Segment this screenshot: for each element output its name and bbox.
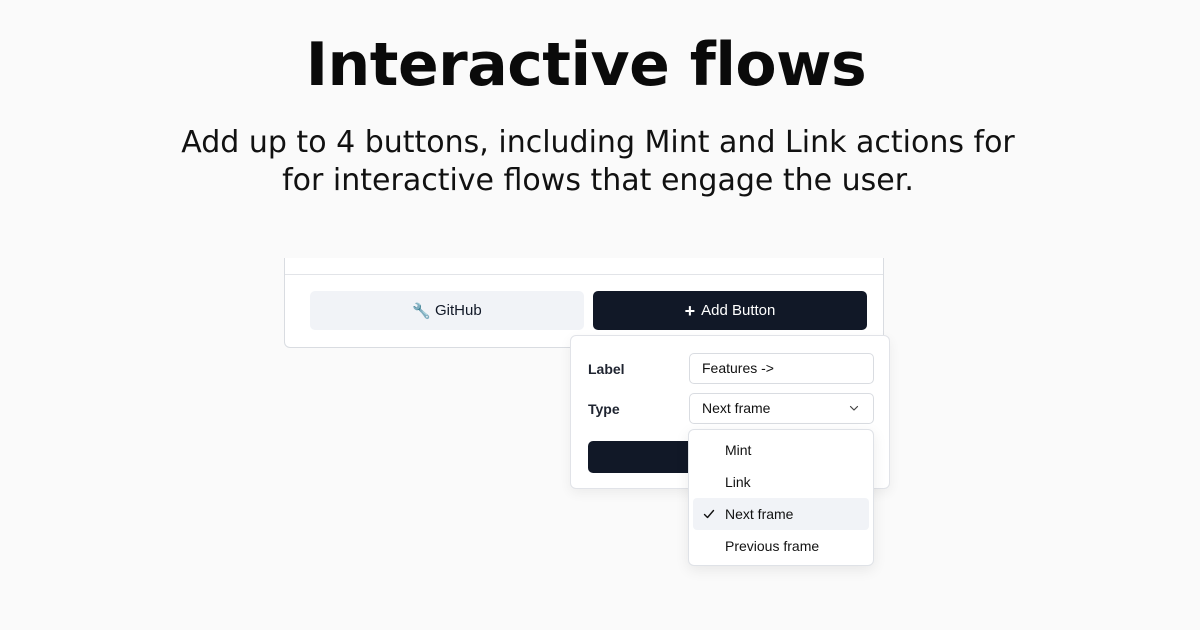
option-label: Link (725, 474, 751, 490)
type-select[interactable]: Next frame (689, 393, 874, 424)
subtitle-line-1: Add up to 4 buttons, including Mint and … (181, 125, 1015, 160)
add-button[interactable]: + Add Button (593, 291, 867, 330)
option-label: Next frame (725, 506, 794, 522)
option-label: Previous frame (725, 538, 820, 554)
wrench-icon: 🔧 (412, 302, 431, 320)
option-label: Mint (725, 442, 752, 458)
type-select-value: Next frame (702, 400, 771, 416)
dropdown-option-previous-frame[interactable]: Previous frame (693, 530, 869, 562)
page-title: Interactive flows (305, 30, 867, 100)
github-button-label: GitHub (435, 302, 482, 319)
type-field-label: Type (588, 401, 620, 417)
chevron-down-icon (849, 405, 859, 411)
dropdown-option-mint[interactable]: Mint (693, 434, 869, 466)
dropdown-option-link[interactable]: Link (693, 466, 869, 498)
plus-icon: + (684, 300, 696, 321)
page-subtitle: Add up to 4 buttons, including Mint and … (150, 124, 1046, 200)
card-divider (285, 274, 883, 275)
github-button[interactable]: 🔧 GitHub (310, 291, 584, 330)
label-input[interactable]: Features -> (689, 353, 874, 384)
label-field-label: Label (588, 361, 625, 377)
subtitle-line-2: for interactive flows that engage the us… (282, 163, 914, 198)
type-dropdown-menu: Mint Link Next frame Previous frame (688, 429, 874, 566)
dropdown-option-next-frame[interactable]: Next frame (693, 498, 869, 530)
check-icon (703, 509, 715, 519)
add-button-label: Add Button (701, 302, 776, 319)
